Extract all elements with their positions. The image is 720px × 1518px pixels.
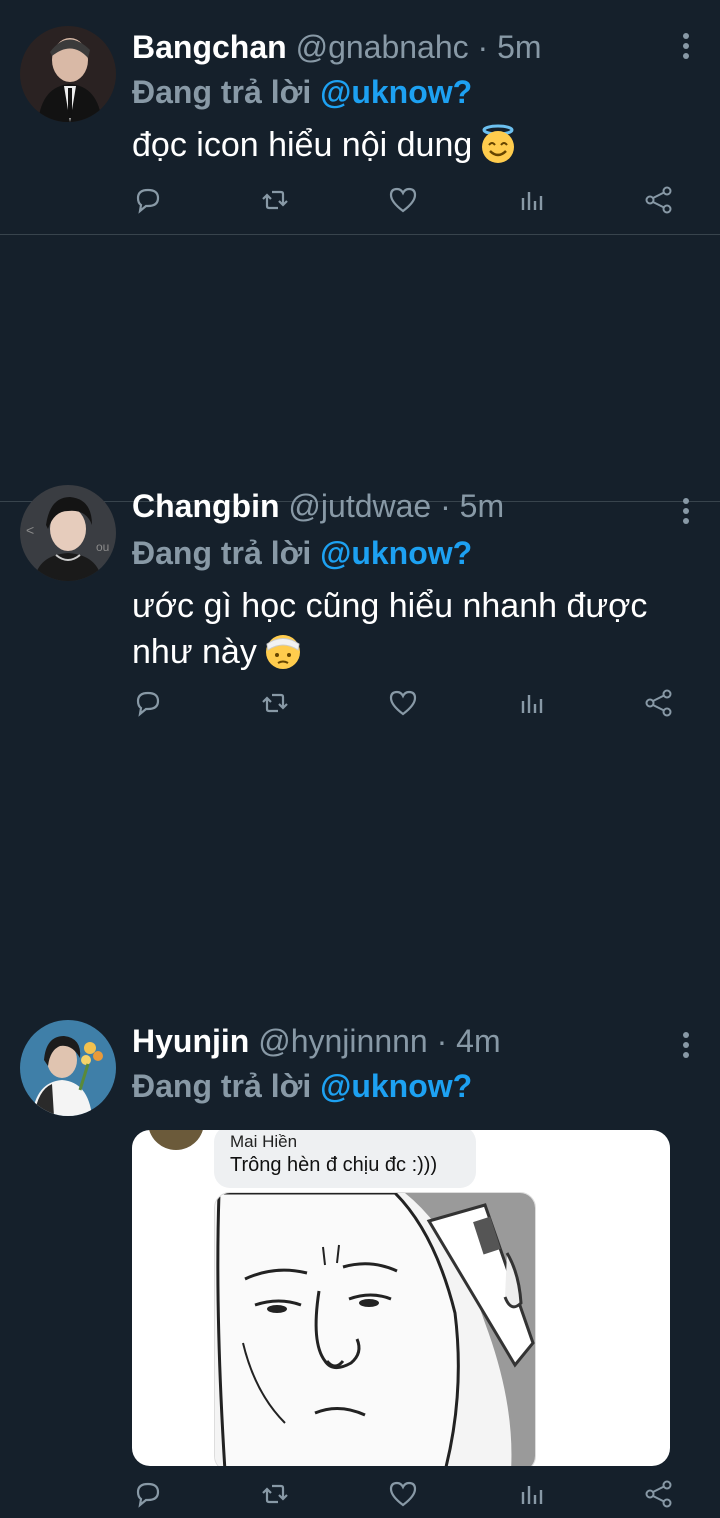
separator: · — [477, 29, 489, 65]
reply-prefix: Đang trả lời — [132, 1068, 312, 1104]
tweet-header: Hyunjin @hynjinnnn · 4m — [132, 1020, 501, 1062]
reply-mention[interactable]: @uknow? — [320, 1068, 472, 1104]
retweet-icon[interactable] — [259, 1478, 291, 1510]
tweet-actions — [132, 184, 700, 224]
chat-message: Trông hèn đ chịu đc :))) — [230, 1154, 438, 1176]
reply-context: Đang trả lời @uknow? — [132, 70, 472, 114]
separator: · — [436, 1023, 448, 1059]
tweet[interactable]: Bangchan @gnabnahc · 5m Đang trả lời @uk… — [0, 0, 720, 235]
chat-avatar — [148, 1130, 204, 1150]
tweet-actions — [132, 1478, 700, 1518]
tweet-text-content: đọc icon hiểu nội dung — [132, 126, 473, 164]
tweet-header: Bangchan @gnabnahc · 5m — [132, 26, 542, 68]
retweet-icon[interactable] — [259, 184, 291, 216]
tweet-media-image[interactable]: Mai Hiền Trông hèn đ chịu đc :))) — [132, 1130, 670, 1466]
chat-sender-name: Mai Hiền — [230, 1132, 298, 1151]
timestamp[interactable]: 4m — [456, 1023, 500, 1059]
heart-icon[interactable] — [387, 184, 419, 216]
tweet-text: đọc icon hiểu nội dung — [132, 122, 692, 176]
reply-icon[interactable] — [132, 1478, 164, 1510]
timestamp[interactable]: 5m — [497, 29, 541, 65]
share-icon[interactable] — [643, 184, 675, 216]
stats-icon[interactable] — [516, 1478, 548, 1510]
share-icon[interactable] — [643, 1478, 675, 1510]
reply-icon[interactable] — [132, 184, 164, 216]
user-handle[interactable]: @hynjinnnn — [258, 1023, 427, 1059]
reply-mention[interactable]: @uknow? — [320, 74, 472, 110]
user-handle[interactable]: @gnabnahc — [296, 29, 469, 65]
more-vertical-icon[interactable] — [682, 1032, 690, 1062]
tweet[interactable]: Hyunjin @hynjinnnn · 4m Đang trả lời @uk… — [0, 502, 720, 1508]
meme-face-image — [214, 1192, 536, 1466]
smiling-face-with-halo-icon — [478, 124, 518, 176]
reply-context: Đang trả lời @uknow? — [132, 1064, 472, 1108]
chat-bubble: Mai Hiền Trông hèn đ chịu đc :))) — [214, 1130, 476, 1188]
display-name[interactable]: Hyunjin — [132, 1023, 249, 1059]
stats-icon[interactable] — [516, 184, 548, 216]
avatar[interactable] — [20, 26, 116, 122]
avatar[interactable] — [20, 1020, 116, 1116]
reply-prefix: Đang trả lời — [132, 74, 312, 110]
display-name[interactable]: Bangchan — [132, 29, 287, 65]
more-vertical-icon[interactable] — [682, 33, 690, 63]
heart-icon[interactable] — [387, 1478, 419, 1510]
tweet[interactable]: < ou Changbin @jutdwae · 5m Đang trả lời… — [0, 235, 720, 717]
